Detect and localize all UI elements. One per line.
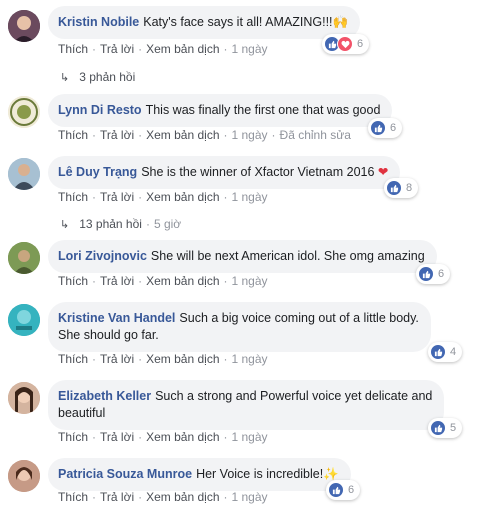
comment-bubble: Lê Duy Trạng She is the winner of Xfactor… (48, 156, 401, 189)
comment-time[interactable]: 1 ngày (232, 274, 268, 288)
avatar[interactable] (8, 96, 40, 128)
comment-text-line2: She should go far. (58, 328, 159, 342)
heart-emoji: ❤ (377, 165, 389, 179)
comment-time[interactable]: 1 ngày (232, 430, 268, 444)
avatar[interactable] (8, 460, 40, 492)
comment-bubble: Kristine Van Handel Such a big voice comi… (48, 302, 431, 352)
comment-text: Katy's face says it all! AMAZING!!! (143, 15, 333, 29)
comment-time[interactable]: 1 ngày (232, 42, 268, 56)
translate-link[interactable]: Xem bản dịch (146, 190, 219, 204)
translate-link[interactable]: Xem bản dịch (146, 128, 219, 142)
comment-bubble: Elizabeth Keller Such a strong and Powerf… (48, 380, 445, 430)
comment-text: Such a big voice coming out of a little … (179, 311, 419, 325)
commenter-name[interactable]: Kristine Van Handel (58, 311, 175, 325)
comment-actions: Thích · Trả lời · Xem bản dịch · 1 ngày (58, 190, 268, 204)
commenter-name[interactable]: Elizabeth Keller (58, 389, 151, 403)
comment-text-line2: beautiful (58, 406, 106, 420)
reaction-count[interactable]: 5 (428, 418, 463, 438)
reaction-number: 5 (450, 422, 457, 434)
comment-actions: Thích · Trả lời · Xem bản dịch · 1 ngày (58, 490, 268, 504)
comment-time[interactable]: 1 ngày (232, 490, 268, 504)
translate-link[interactable]: Xem bản dịch (146, 274, 219, 288)
reply-arrow-icon: ↳ (60, 219, 70, 231)
view-replies[interactable]: ↳ 13 phản hồi · 5 giờ (60, 217, 181, 231)
avatar[interactable] (8, 304, 40, 336)
reaction-count[interactable]: 6 (322, 34, 370, 54)
edited-label[interactable]: Đã chỉnh sửa (280, 128, 351, 142)
like-link[interactable]: Thích (58, 490, 88, 504)
commenter-name[interactable]: Lynn Di Resto (58, 103, 142, 117)
reaction-number: 6 (390, 122, 397, 134)
comment-time[interactable]: 1 ngày (232, 128, 268, 142)
comment-text: Her Voice is incredible! (196, 467, 324, 481)
like-link[interactable]: Thích (58, 352, 88, 366)
comment-text: She will be next American idol. She omg … (150, 249, 425, 263)
reply-link[interactable]: Trả lời (100, 490, 134, 504)
comment-bubble: Lori Zivojnovic She will be next American… (48, 240, 437, 273)
like-icon (418, 266, 434, 282)
commenter-name[interactable]: Lê Duy Trạng (58, 165, 137, 179)
reply-link[interactable]: Trả lời (100, 190, 134, 204)
avatar[interactable] (8, 242, 40, 274)
comment-actions: Thích · Trả lời · Xem bản dịch · 1 ngày (58, 274, 268, 288)
comment-bubble: Patricia Souza Munroe Her Voice is incred… (48, 458, 351, 491)
commenter-name[interactable]: Kristin Nobile (58, 15, 139, 29)
comment-text: This was finally the first one that was … (145, 103, 381, 117)
comment-actions: Thích · Trả lời · Xem bản dịch · 1 ngày (58, 42, 268, 56)
raising-hands-emoji: 🙌 (332, 15, 349, 29)
reaction-number: 8 (406, 182, 413, 194)
comment-actions: Thích · Trả lời · Xem bản dịch · 1 ngày (58, 430, 268, 444)
reaction-count[interactable]: 6 (326, 480, 361, 500)
translate-link[interactable]: Xem bản dịch (146, 490, 219, 504)
reaction-number: 6 (438, 268, 445, 280)
comment-time[interactable]: 1 ngày (232, 190, 268, 204)
reply-link[interactable]: Trả lời (100, 274, 134, 288)
reaction-number: 6 (357, 38, 364, 50)
like-icon (370, 120, 386, 136)
comment-text: Such a strong and Powerful voice yet del… (155, 389, 433, 403)
reply-link[interactable]: Trả lời (100, 128, 134, 142)
reaction-number: 6 (348, 484, 355, 496)
commenter-name[interactable]: Lori Zivojnovic (58, 249, 147, 263)
reply-link[interactable]: Trả lời (100, 430, 134, 444)
like-link[interactable]: Thích (58, 274, 88, 288)
comment-bubble: Lynn Di Resto This was finally the first … (48, 94, 393, 127)
avatar[interactable] (8, 382, 40, 414)
like-icon (328, 482, 344, 498)
commenter-name[interactable]: Patricia Souza Munroe (58, 467, 192, 481)
like-link[interactable]: Thích (58, 430, 88, 444)
comment-bubble: Kristin Nobile Katy's face says it all! A… (48, 6, 361, 39)
reply-link[interactable]: Trả lời (100, 352, 134, 366)
translate-link[interactable]: Xem bản dịch (146, 430, 219, 444)
reaction-number: 4 (450, 346, 457, 358)
like-link[interactable]: Thích (58, 42, 88, 56)
reaction-count[interactable]: 6 (368, 118, 403, 138)
replies-count[interactable]: 3 phản hồi (79, 70, 135, 84)
like-icon (430, 344, 446, 360)
like-link[interactable]: Thích (58, 128, 88, 142)
comment-actions: Thích · Trả lời · Xem bản dịch · 1 ngày (58, 352, 268, 366)
comment-text: She is the winner of Xfactor Vietnam 201… (141, 165, 375, 179)
love-icon (337, 36, 353, 52)
reply-arrow-icon: ↳ (60, 72, 70, 84)
like-icon (386, 180, 402, 196)
avatar[interactable] (8, 158, 40, 190)
like-link[interactable]: Thích (58, 190, 88, 204)
reaction-count[interactable]: 6 (416, 264, 451, 284)
comment-time[interactable]: 1 ngày (232, 352, 268, 366)
view-replies[interactable]: ↳ 3 phản hồi (60, 70, 135, 84)
replies-count[interactable]: 13 phản hồi (79, 217, 142, 231)
reaction-count[interactable]: 4 (428, 342, 463, 362)
translate-link[interactable]: Xem bản dịch (146, 42, 219, 56)
reply-link[interactable]: Trả lời (100, 42, 134, 56)
translate-link[interactable]: Xem bản dịch (146, 352, 219, 366)
sparkles-emoji: ✨ (323, 467, 339, 481)
avatar[interactable] (8, 10, 40, 42)
replies-time: 5 giờ (153, 217, 182, 231)
like-icon (430, 420, 446, 436)
reaction-count[interactable]: 8 (384, 178, 419, 198)
comment-actions: Thích · Trả lời · Xem bản dịch · 1 ngày · Đã chỉ… (58, 128, 351, 142)
